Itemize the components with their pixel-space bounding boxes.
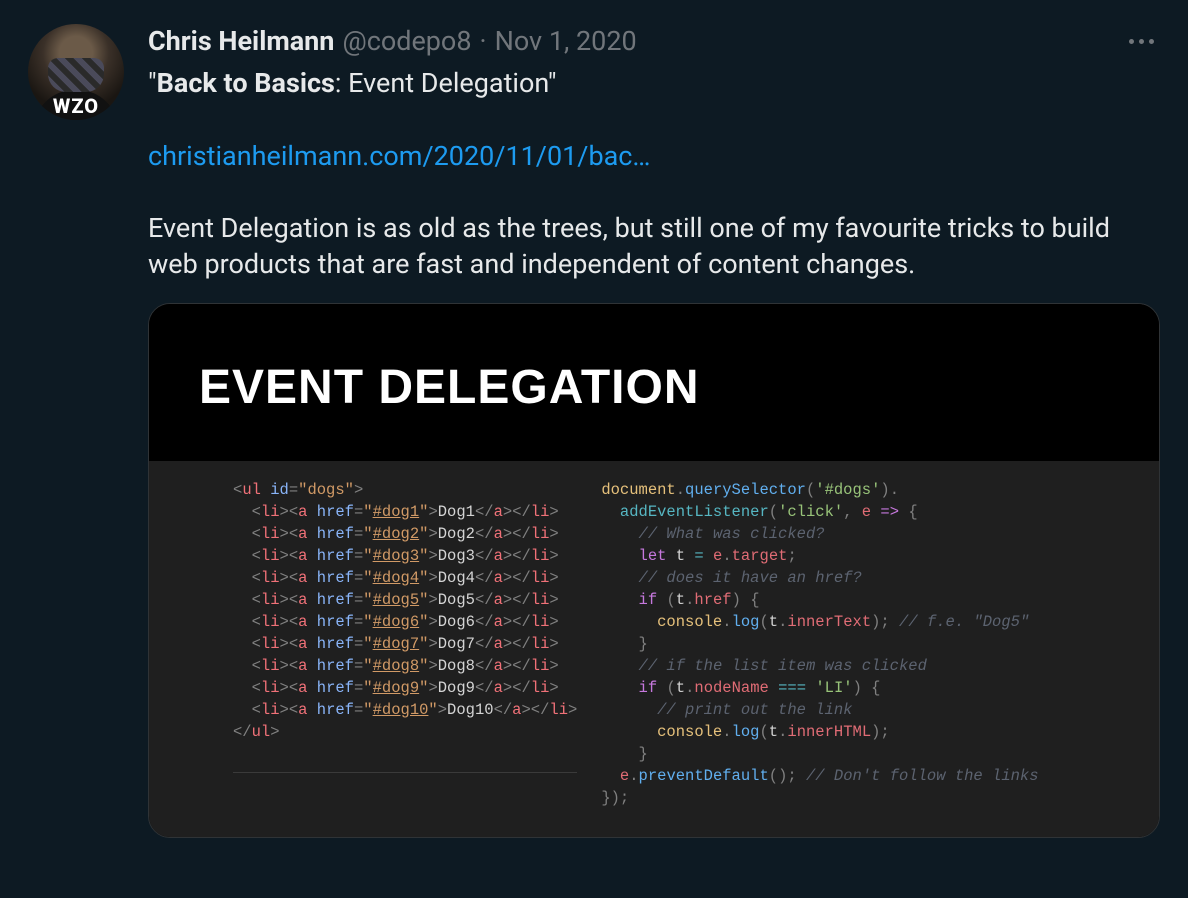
card-header: EVENT DELEGATION bbox=[149, 304, 1159, 461]
code-js-column: document.querySelector('#dogs'). addEven… bbox=[601, 479, 1139, 809]
card-title: EVENT DELEGATION bbox=[199, 360, 1109, 415]
avatar[interactable]: WZO bbox=[28, 24, 124, 120]
link-card[interactable]: EVENT DELEGATION <ul id="dogs"> <li><a h… bbox=[148, 303, 1160, 838]
tweet-paragraph: Event Delegation is as old as the trees,… bbox=[148, 210, 1160, 283]
handle[interactable]: @codepo8 bbox=[342, 24, 471, 59]
tweet-body: "Back to Basics: Event Delegation" chris… bbox=[148, 65, 1160, 283]
tweet-link[interactable]: christianheilmann.com/2020/11/01/bac… bbox=[148, 140, 650, 172]
title-bold: Back to Basics bbox=[157, 67, 335, 99]
code-html-column: <ul id="dogs"> <li><a href="#dog1">Dog1<… bbox=[233, 479, 577, 773]
display-name[interactable]: Chris Heilmann bbox=[148, 24, 334, 59]
avatar-shirt-text: WZO bbox=[28, 94, 124, 118]
separator: · bbox=[480, 24, 487, 59]
title-rest: : Event Delegation" bbox=[335, 67, 557, 99]
code-area: <ul id="dogs"> <li><a href="#dog1">Dog1<… bbox=[149, 461, 1159, 837]
tweet-header: Chris Heilmann @codepo8 · Nov 1, 2020 bbox=[148, 24, 1160, 59]
tweet-date[interactable]: Nov 1, 2020 bbox=[495, 24, 637, 59]
tweet: WZO Chris Heilmann @codepo8 · Nov 1, 202… bbox=[0, 0, 1188, 858]
more-icon[interactable] bbox=[1123, 33, 1160, 50]
quote-open: " bbox=[148, 67, 157, 99]
